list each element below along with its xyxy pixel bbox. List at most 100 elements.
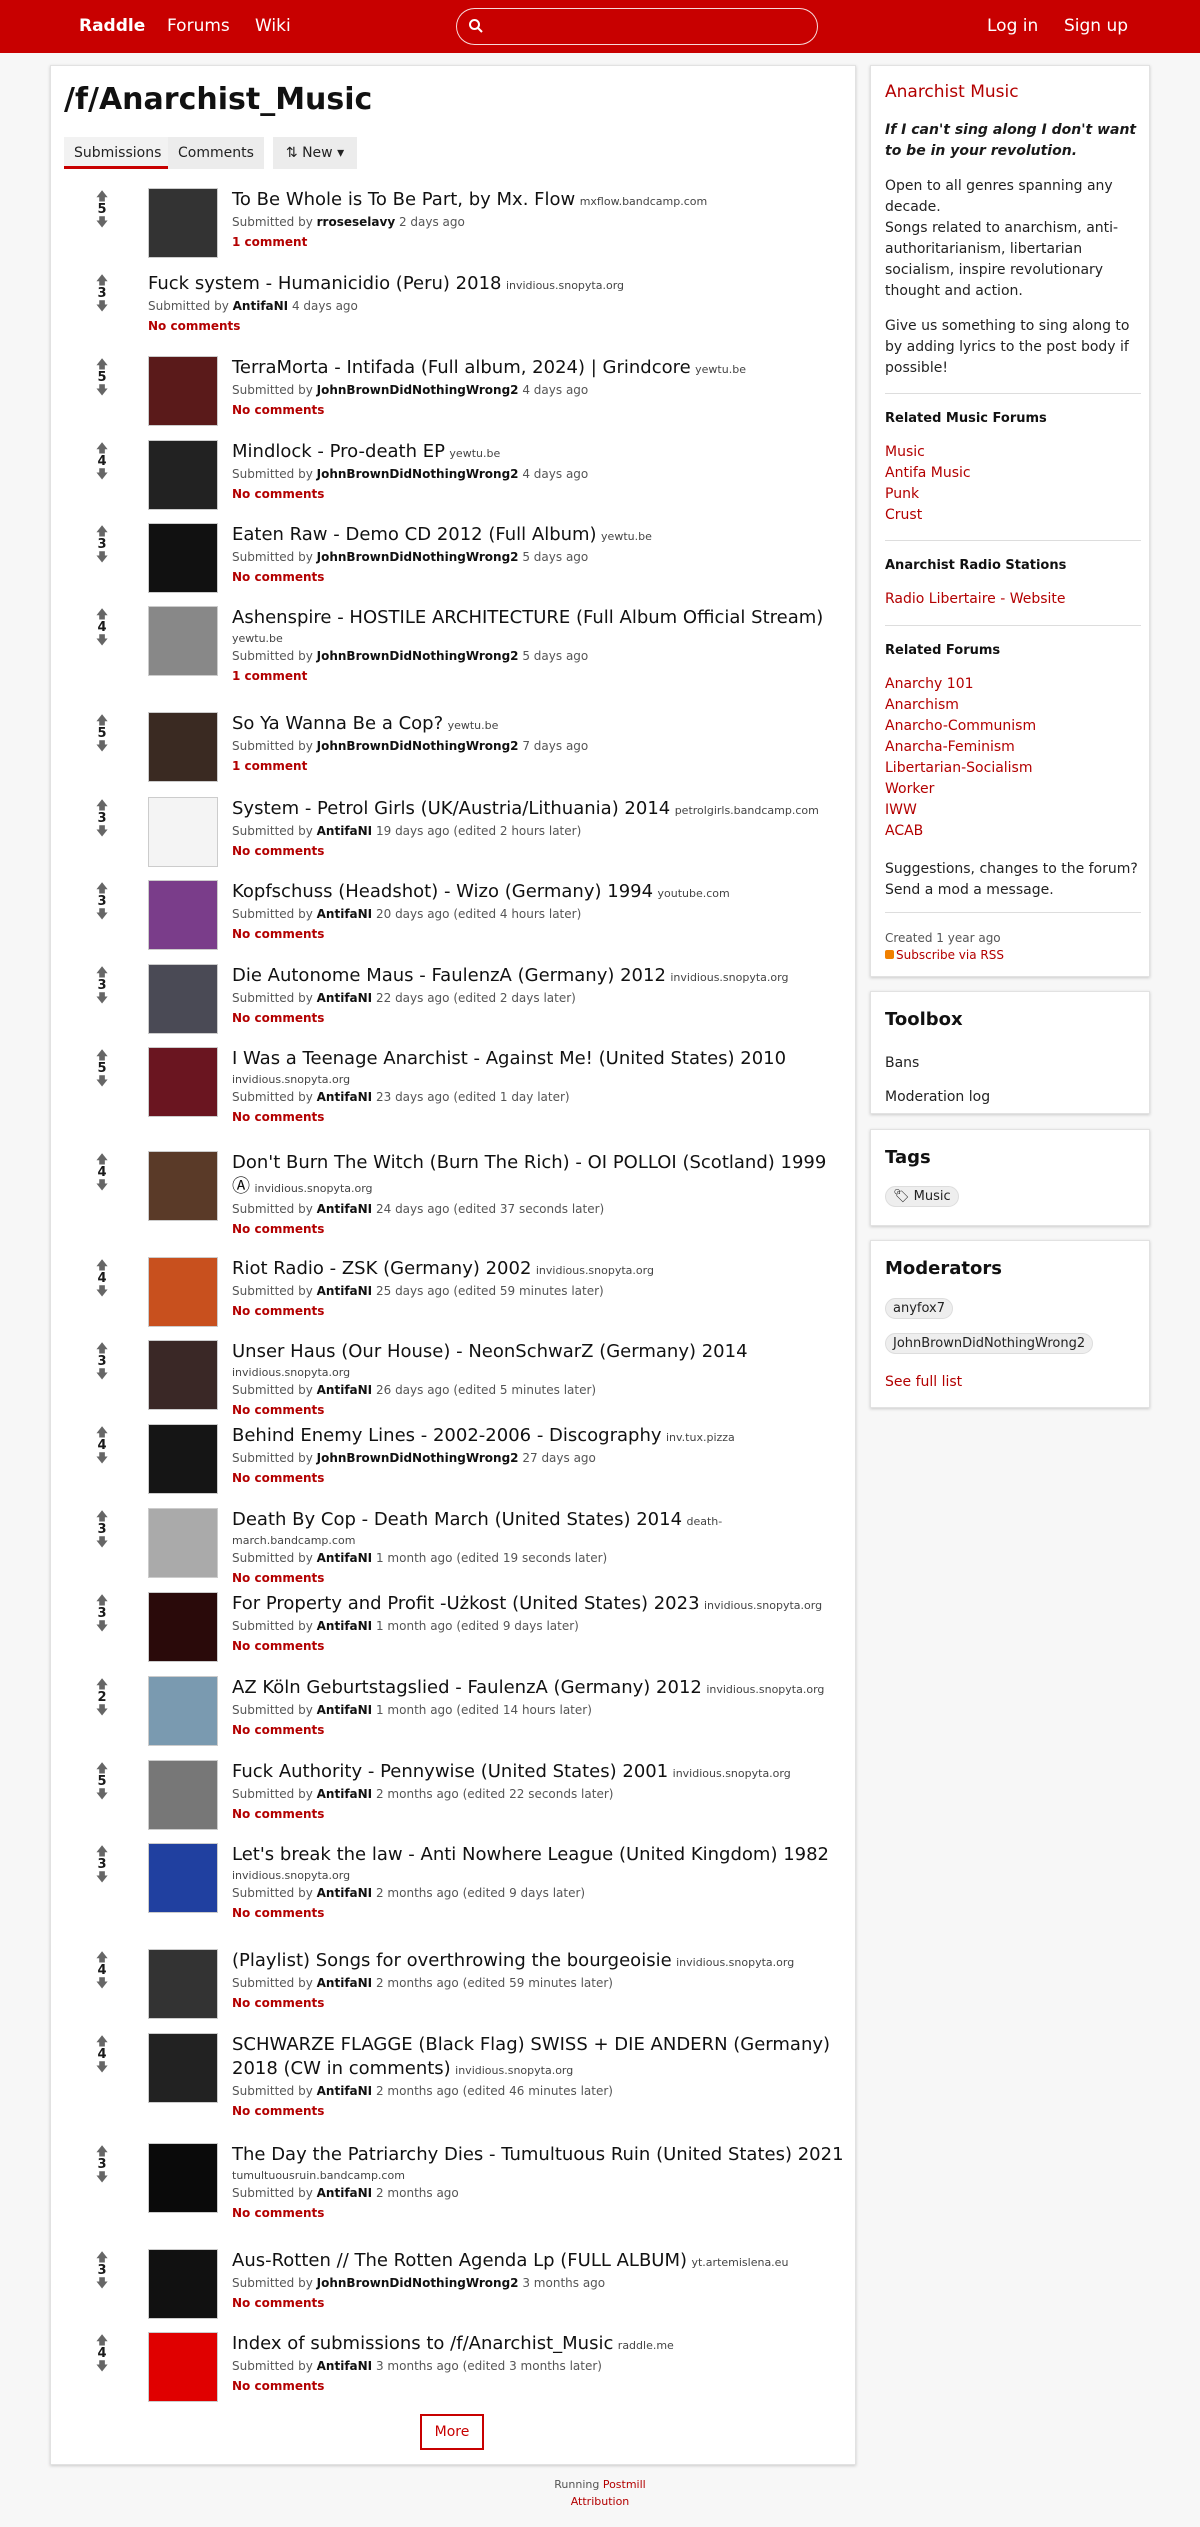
- comments-link[interactable]: No comments: [232, 1906, 324, 1920]
- submission-thumbnail[interactable]: [148, 880, 218, 950]
- search-input[interactable]: [491, 13, 809, 41]
- downvote-icon[interactable]: 🡇: [94, 1075, 110, 1088]
- related-forum-link[interactable]: IWW: [885, 800, 1036, 821]
- submission-title[interactable]: Behind Enemy Lines - 2002-2006 - Discogr…: [232, 1425, 662, 1446]
- submission-author[interactable]: AntifaNI: [317, 824, 373, 838]
- submission-thumbnail[interactable]: [148, 1151, 218, 1221]
- downvote-icon[interactable]: 🡇: [94, 300, 110, 313]
- submission-title[interactable]: TerraMorta - Intifada (Full album, 2024)…: [232, 357, 691, 378]
- submission-title[interactable]: Ashenspire - HOSTILE ARCHITECTURE (Full …: [232, 607, 823, 628]
- comments-link[interactable]: No comments: [232, 1304, 324, 1318]
- downvote-icon[interactable]: 🡇: [94, 1788, 110, 1801]
- downvote-icon[interactable]: 🡇: [94, 1179, 110, 1192]
- submission-title[interactable]: (Playlist) Songs for overthrowing the bo…: [232, 1950, 672, 1971]
- submission-author[interactable]: JohnBrownDidNothingWrong2: [317, 739, 519, 753]
- tag-music[interactable]: 🏷 Music: [885, 1186, 959, 1207]
- related-music-link[interactable]: Music: [885, 442, 971, 463]
- submission-author[interactable]: JohnBrownDidNothingWrong2: [317, 649, 519, 663]
- downvote-icon[interactable]: 🡇: [94, 908, 110, 921]
- tab-submissions[interactable]: Submissions: [64, 137, 172, 169]
- tab-comments[interactable]: Comments: [168, 137, 264, 169]
- comments-link[interactable]: No comments: [232, 487, 324, 501]
- nav-forums-link[interactable]: Forums: [167, 16, 230, 36]
- submission-thumbnail[interactable]: [148, 1340, 218, 1410]
- submission-author[interactable]: JohnBrownDidNothingWrong2: [317, 467, 519, 481]
- submission-thumbnail[interactable]: [148, 2143, 218, 2213]
- downvote-icon[interactable]: 🡇: [94, 468, 110, 481]
- submission-title[interactable]: Death By Cop - Death March (United State…: [232, 1509, 682, 1530]
- related-forum-link[interactable]: Anarchism: [885, 695, 1036, 716]
- radio-station-link[interactable]: Radio Libertaire - Website: [885, 589, 1066, 610]
- comments-link[interactable]: No comments: [232, 1110, 324, 1124]
- downvote-icon[interactable]: 🡇: [94, 2061, 110, 2074]
- see-full-list-link[interactable]: See full list: [885, 1374, 962, 1390]
- downvote-icon[interactable]: 🡇: [94, 634, 110, 647]
- comments-link[interactable]: No comments: [232, 2206, 324, 2220]
- submission-thumbnail[interactable]: [148, 1843, 218, 1913]
- submission-thumbnail[interactable]: [148, 188, 218, 258]
- submission-author[interactable]: AntifaNI: [317, 1976, 373, 1990]
- comments-link[interactable]: No comments: [232, 1639, 324, 1653]
- submission-thumbnail[interactable]: [148, 1257, 218, 1327]
- toolbox-bans-link[interactable]: Bans: [885, 1055, 919, 1071]
- downvote-icon[interactable]: 🡇: [94, 992, 110, 1005]
- related-music-link[interactable]: Punk: [885, 484, 971, 505]
- submission-title[interactable]: Riot Radio - ZSK (Germany) 2002: [232, 1258, 531, 1279]
- attribution-link[interactable]: Attribution: [571, 2495, 630, 2508]
- more-button[interactable]: More: [420, 2414, 484, 2450]
- submission-title[interactable]: Mindlock - Pro-death EP: [232, 441, 445, 462]
- downvote-icon[interactable]: 🡇: [94, 216, 110, 229]
- rss-link[interactable]: Subscribe via RSS: [885, 948, 1004, 962]
- submission-author[interactable]: AntifaNI: [317, 2186, 373, 2200]
- submission-title[interactable]: Fuck system - Humanicidio (Peru) 2018: [148, 273, 501, 294]
- downvote-icon[interactable]: 🡇: [94, 2360, 110, 2373]
- downvote-icon[interactable]: 🡇: [94, 1704, 110, 1717]
- submission-title[interactable]: Die Autonome Maus - FaulenzA (Germany) 2…: [232, 965, 666, 986]
- submission-title[interactable]: Kopfschuss (Headshot) - Wizo (Germany) 1…: [232, 881, 653, 902]
- comments-link[interactable]: 1 comment: [232, 759, 307, 773]
- downvote-icon[interactable]: 🡇: [94, 1368, 110, 1381]
- postmill-link[interactable]: Postmill: [603, 2478, 646, 2491]
- submission-author[interactable]: AntifaNI: [317, 1090, 373, 1104]
- downvote-icon[interactable]: 🡇: [94, 2277, 110, 2290]
- submission-thumbnail[interactable]: [148, 2033, 218, 2103]
- submission-thumbnail[interactable]: [148, 440, 218, 510]
- downvote-icon[interactable]: 🡇: [94, 2171, 110, 2184]
- submission-author[interactable]: AntifaNI: [317, 1383, 373, 1397]
- submission-author[interactable]: AntifaNI: [317, 1703, 373, 1717]
- submission-thumbnail[interactable]: [148, 2332, 218, 2402]
- submission-thumbnail[interactable]: [148, 2249, 218, 2319]
- comments-link[interactable]: No comments: [232, 1403, 324, 1417]
- nav-wiki-link[interactable]: Wiki: [255, 16, 291, 36]
- submission-thumbnail[interactable]: [148, 606, 218, 676]
- submission-author[interactable]: AntifaNI: [317, 907, 373, 921]
- comments-link[interactable]: No comments: [232, 1571, 324, 1585]
- moderator-johnbrown[interactable]: JohnBrownDidNothingWrong2: [885, 1333, 1094, 1354]
- comments-link[interactable]: No comments: [232, 2104, 324, 2118]
- submission-title[interactable]: So Ya Wanna Be a Cop?: [232, 713, 443, 734]
- submission-title[interactable]: To Be Whole is To Be Part, by Mx. Flow: [232, 189, 575, 210]
- related-music-link[interactable]: Crust: [885, 505, 971, 526]
- submission-author[interactable]: AntifaNI: [317, 2359, 373, 2373]
- related-forum-link[interactable]: Anarchy 101: [885, 674, 1036, 695]
- submission-thumbnail[interactable]: [148, 356, 218, 426]
- submission-author[interactable]: AntifaNI: [233, 299, 289, 313]
- submission-author[interactable]: JohnBrownDidNothingWrong2: [317, 1451, 519, 1465]
- moderator-anyfox7[interactable]: anyfox7: [885, 1298, 953, 1319]
- submission-thumbnail[interactable]: [148, 1424, 218, 1494]
- downvote-icon[interactable]: 🡇: [94, 1285, 110, 1298]
- downvote-icon[interactable]: 🡇: [94, 825, 110, 838]
- related-forum-link[interactable]: Worker: [885, 779, 1036, 800]
- comments-link[interactable]: 1 comment: [232, 669, 307, 683]
- submission-thumbnail[interactable]: [148, 1508, 218, 1578]
- comments-link[interactable]: No comments: [232, 1011, 324, 1025]
- downvote-icon[interactable]: 🡇: [94, 551, 110, 564]
- submission-thumbnail[interactable]: [148, 1949, 218, 2019]
- submission-title[interactable]: System - Petrol Girls (UK/Austria/Lithua…: [232, 798, 670, 819]
- comments-link[interactable]: No comments: [232, 927, 324, 941]
- submission-title[interactable]: Eaten Raw - Demo CD 2012 (Full Album): [232, 524, 597, 545]
- downvote-icon[interactable]: 🡇: [94, 1536, 110, 1549]
- submission-thumbnail[interactable]: [148, 712, 218, 782]
- comments-link[interactable]: No comments: [148, 319, 240, 333]
- comments-link[interactable]: No comments: [232, 403, 324, 417]
